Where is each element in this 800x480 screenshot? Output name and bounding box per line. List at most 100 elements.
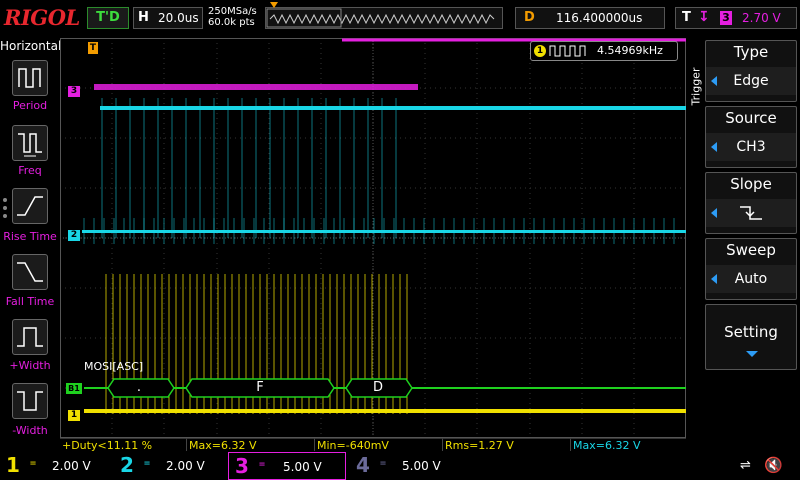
measurement-bar: +Duty<11.11 % Max=6.32 V Min=-640mV Rms=… [60,438,686,452]
memory-overview-bar[interactable] [265,2,503,29]
scroll-dots-icon [3,198,7,222]
softkey-title: Type [733,43,769,61]
trigger-menu-title: Trigger [688,56,704,116]
measurement-min[interactable]: Min=-640mV [314,438,442,452]
softkey-value [706,199,796,227]
softkey-title: Sweep [726,241,776,259]
softkey-value: CH3 [706,133,796,161]
dc-coupling-icon: = [30,458,37,469]
waveform-canvas [60,38,686,438]
trigger-source-badge: 3 [720,11,732,25]
channel-bar: 1 = 2.00 V 2 = 2.00 V 3 = 5.00 V 4 = 5.0… [0,452,800,480]
softkey-title: Source [725,109,777,127]
softkey-title: Slope [730,175,772,193]
horizontal-scale-box[interactable]: H 20.0us [133,7,203,29]
run-status-text: T'D [96,10,120,25]
trigger-status-box[interactable]: T ↧ 3 2.70 V [675,7,797,29]
ch3-trace [94,84,418,90]
left-arrow-icon [711,274,717,284]
softkey-title: Setting [724,323,778,341]
frequency-measure-icon [18,133,42,157]
delay-value: 116.400000us [556,11,643,25]
channel-number: 2 [120,453,134,477]
square-wave-icon [549,45,586,57]
channel-number: 4 [356,453,370,477]
softkey-value: Edge [706,67,796,95]
memory-waveform-icon [266,8,495,28]
positive-width-label: +Width [9,359,51,372]
delay-box[interactable]: D 116.400000us [515,7,665,29]
waveform-display[interactable]: T 3 2 B1 1 1 4.54969kHz MOSI[ASC] . F D [60,38,686,438]
decode-packet-2: F [256,380,264,395]
mute-speaker-icon[interactable]: 🔇 [764,456,783,474]
ch2-upper-trace [100,106,686,110]
trigger-level-value: 2.70 V [742,11,781,25]
left-arrow-icon [711,142,717,152]
softkey-value: Auto [706,265,796,293]
rise-time-label: Rise Time [3,230,57,243]
panel-title: Horizontal [0,39,62,53]
decode-packet-3: D [372,380,383,395]
falling-edge-icon: ↧ [698,9,710,25]
freq-button[interactable] [12,125,48,161]
channel-number: 1 [6,453,20,477]
trigger-sweep-softkey[interactable]: Sweep Auto [705,238,797,300]
counter-frequency-value: 4.54969kHz [597,44,663,57]
acquisition-info: 250MSa/s 60.0k pts [208,6,257,28]
memory-depth: 60.0k pts [208,17,255,28]
usb-icon: ⇌ [740,458,751,473]
measurement-duty[interactable]: +Duty<11.11 % [60,438,186,452]
positive-width-button[interactable] [12,319,48,355]
decode-bus-label: MOSI[ASC] [84,360,144,373]
freq-label: Freq [18,164,42,177]
fall-time-label: Fall Time [5,295,55,308]
falling-edge-icon [740,206,762,220]
negative-width-measure-icon [17,391,43,411]
brand-logo: RIGOL [4,5,80,30]
ch1-trace [84,409,686,413]
dc-coupling-icon: = [380,458,387,469]
negative-width-label: -Width [12,424,48,437]
ch2-ground-marker[interactable]: 2 [68,230,80,241]
trigger-menu-title-text: Trigger [689,67,703,106]
left-arrow-icon [711,76,717,86]
rise-time-button[interactable] [12,188,48,224]
trigger-slope-softkey[interactable]: Slope [705,172,797,234]
counter-channel-badge: 1 [534,45,546,57]
horizontal-scale-value: 20.0us [158,11,199,25]
period-label: Period [12,99,48,112]
dc-coupling-icon: = [259,459,266,470]
top-status-bar: RIGOL T'D H 20.0us 250MSa/s 60.0k pts D … [0,0,800,38]
run-status-badge[interactable]: T'D [87,7,129,29]
ch1-ground-marker[interactable]: 1 [68,410,80,421]
channel-1-tab[interactable]: 1 = 2.00 V [0,452,110,480]
negative-width-button[interactable] [12,383,48,419]
chevron-down-icon [746,351,758,357]
channel-number: 3 [235,454,249,478]
dc-coupling-icon: = [144,458,151,469]
trigger-position-marker[interactable]: T [88,42,98,54]
horizontal-scale-label: H [138,10,149,25]
delay-label: D [524,10,535,25]
measurement-max-ch2[interactable]: Max=6.32 V [570,438,686,452]
bus-ground-marker[interactable]: B1 [66,383,82,394]
channel-2-tab[interactable]: 2 = 2.00 V [114,452,224,480]
channel-scale: 5.00 V [283,460,322,474]
period-button[interactable] [12,60,48,96]
decode-packet-1: . [136,380,142,395]
trigger-setting-softkey[interactable]: Setting [705,304,797,370]
sample-rate: 250MSa/s [208,6,257,17]
waveform-traces [82,38,686,414]
left-arrow-icon [711,208,717,218]
channel-4-tab[interactable]: 4 = 5.00 V [350,452,460,480]
ch3-ground-marker[interactable]: 3 [68,86,80,97]
measurement-max-ch1[interactable]: Max=6.32 V [186,438,314,452]
fall-time-button[interactable] [12,254,48,290]
trigger-type-softkey[interactable]: Type Edge [705,40,797,102]
trigger-source-softkey[interactable]: Source CH3 [705,106,797,168]
delay-position-marker-icon [270,2,278,8]
channel-3-tab[interactable]: 3 = 5.00 V [228,452,346,480]
period-measure-icon [18,68,41,88]
measurement-rms[interactable]: Rms=1.27 V [442,438,570,452]
rise-time-measure-icon [17,196,43,216]
